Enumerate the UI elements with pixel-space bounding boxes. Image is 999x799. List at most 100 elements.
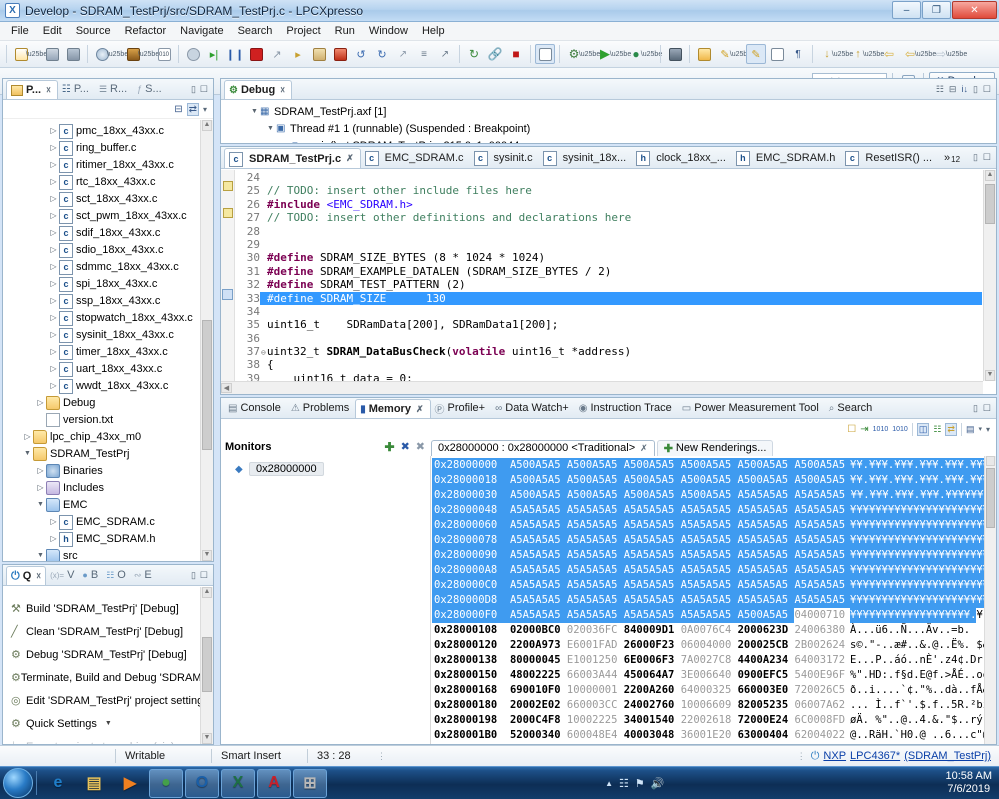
quickstart-scrollbar[interactable]: ▲ ▼ — [200, 587, 213, 744]
tree-item[interactable]: ▼src — [3, 547, 213, 561]
new-dropdown-icon[interactable]: \u25be — [32, 44, 41, 64]
expand-arrow-icon[interactable]: ▷ — [48, 177, 59, 186]
quickstart-actions[interactable]: ⚒Build 'SDRAM_TestPrj' [Debug]╱Clean 'SD… — [3, 587, 213, 744]
settings-dropdown-icon[interactable]: \u25be — [585, 44, 594, 64]
tree-item[interactable]: ▷ring_buffer.c — [3, 139, 213, 156]
memory-hex-cell[interactable]: 020036FC — [567, 623, 624, 638]
debug-dropdown-icon[interactable]: \u25be — [647, 44, 656, 64]
expand-arrow-icon[interactable]: ▼ — [35, 552, 46, 559]
tab-quickstart[interactable]: ⏻ Q ☓ — [6, 566, 46, 586]
expand-arrow-icon[interactable]: ▷ — [48, 296, 59, 305]
link-icon[interactable]: 🔗 — [485, 44, 505, 64]
network-icon[interactable]: ☷ — [619, 777, 629, 790]
todo-marker-icon[interactable] — [223, 181, 233, 191]
bottom-tab-memory[interactable]: ▮Memory✗ — [355, 399, 430, 419]
tree-item[interactable]: version.txt — [3, 411, 213, 428]
debug-tree-item[interactable]: ≡main() at SDRAM_TestPrj.c:215 0x1a00044… — [221, 137, 996, 143]
minimize-button[interactable]: – — [892, 1, 921, 19]
memory-row[interactable]: 0x28000090A5A5A5A5 A5A5A5A5 A5A5A5A5 A5A… — [432, 548, 996, 563]
memory-row[interactable]: 0x280001B052000340 600048E4 40003048 360… — [432, 728, 996, 743]
save-icon[interactable] — [42, 44, 62, 64]
tree-item[interactable]: ▷wwdt_18xx_43xx.c — [3, 377, 213, 394]
bottom-tab-problems[interactable]: ⚠Problems — [287, 398, 355, 418]
memory-row[interactable]: 0x280000A8A5A5A5A5 A5A5A5A5 A5A5A5A5 A5A… — [432, 563, 996, 578]
resume-icon[interactable]: ▸| — [204, 44, 224, 64]
memory-row[interactable]: 0x280001982000C4F8 10002225 34001540 220… — [432, 713, 996, 728]
tab-expressions[interactable]: ∾ E — [130, 565, 156, 585]
expand-arrow-icon[interactable]: ▼ — [22, 450, 33, 457]
step-instruction-icon[interactable]: ↗ — [393, 44, 413, 64]
memory-columns-icon[interactable]: ☷ — [933, 424, 941, 435]
tree-item[interactable]: ▷ritimer_18xx_43xx.c — [3, 156, 213, 173]
outlook-icon[interactable]: O — [185, 769, 219, 798]
action-center-icon[interactable]: ⚑ — [635, 777, 645, 790]
close-icon[interactable]: ☓ — [280, 85, 285, 96]
memory-hex-cell[interactable]: E6001FAD — [567, 638, 624, 653]
run-dropdown-icon[interactable]: \u25be — [616, 44, 625, 64]
tab-registers[interactable]: ☰ R... — [95, 79, 133, 99]
view-maximize-icon[interactable]: ☐ — [983, 84, 991, 95]
view-menu-icon[interactable]: ▾ — [203, 105, 207, 114]
memory-hex-cell[interactable]: 7A0027C8 — [681, 653, 738, 668]
tab-peripherals[interactable]: ☷ P... — [58, 79, 95, 99]
tree-item[interactable]: ▷timer_18xx_43xx.c — [3, 343, 213, 360]
memory-hex-cell[interactable]: 34001540 — [624, 713, 681, 728]
editor-overflow-chevron-icon[interactable]: » — [944, 152, 950, 164]
project-tree[interactable]: ▷pmc_18xx_43xx.c▷ring_buffer.c▷ritimer_1… — [3, 120, 213, 561]
terminate-icon[interactable] — [246, 44, 266, 64]
tree-item[interactable]: ▷EMC_SDRAM.c — [3, 513, 213, 530]
expand-arrow-icon[interactable]: ▷ — [48, 364, 59, 373]
excel-icon[interactable]: X — [221, 769, 255, 798]
memory-hex-cell[interactable]: 6C0008FD — [795, 713, 846, 728]
acrobat-icon[interactable]: A — [257, 769, 291, 798]
tree-item[interactable]: ▼EMC — [3, 496, 213, 513]
expand-arrow-icon[interactable]: ▷ — [48, 313, 59, 322]
memory-hex-cell[interactable]: 24006380 — [795, 623, 846, 638]
open-resource-icon[interactable] — [694, 44, 714, 64]
bottom-tab-power-measurement-tool[interactable]: ▭Power Measurement Tool — [678, 398, 825, 418]
debug-filter-icon[interactable]: ☷ — [936, 84, 944, 95]
memory-row[interactable]: 0x28000048A5A5A5A5 A5A5A5A5 A5A5A5A5 A5A… — [432, 503, 996, 518]
editor-marker-ruler[interactable] — [221, 170, 235, 381]
editor-tab[interactable]: sysinit_18x... — [539, 147, 633, 168]
view-maximize-icon[interactable]: ☐ — [200, 84, 208, 95]
memory-hex-cells[interactable]: A5A5A5A5 A5A5A5A5 A5A5A5A5 A5A5A5A5 A5A5… — [510, 518, 846, 533]
close-icon[interactable]: ✗ — [640, 443, 648, 454]
import-memory-icon[interactable]: ⇥ — [860, 424, 868, 435]
memory-row[interactable]: 0x280001202200A973 E6001FAD 26000F23 060… — [432, 638, 996, 653]
memory-hex-cell[interactable]: 62004022 — [795, 728, 846, 743]
forward-dropdown-icon[interactable]: \u25be — [952, 44, 961, 64]
memory-row[interactable]: 0x28000168690010F0 10000001 2200A260 640… — [432, 683, 996, 698]
quickstart-action[interactable]: ⚙Terminate, Build and Debug 'SDRAM_Test — [3, 666, 213, 689]
tree-item[interactable]: ▼SDRAM_TestPrj — [3, 445, 213, 462]
view-minimize-icon[interactable]: ▯ — [973, 84, 978, 95]
editor-tab[interactable]: ResetISR() ... — [841, 147, 938, 168]
memory-hex-cell[interactable]: 2B002624 — [795, 638, 846, 653]
memory-hex-cell[interactable]: 20002E02 — [510, 698, 567, 713]
menu-item-navigate[interactable]: Navigate — [173, 23, 230, 39]
view-menu-icon[interactable]: ▾ — [986, 425, 990, 434]
memory-row[interactable]: 0x28000060A5A5A5A5 A5A5A5A5 A5A5A5A5 A5A… — [432, 518, 996, 533]
memory-hex-cells[interactable]: 48002225 66003A44 450064A7 3E006640 0900… — [510, 668, 846, 683]
memory-hex-cells[interactable]: A500A5A5 A500A5A5 A500A5A5 A500A5A5 A500… — [510, 473, 846, 488]
editor-tab[interactable]: clock_18xx_... — [632, 147, 732, 168]
suspend-icon[interactable]: ❙❙ — [225, 44, 245, 64]
memory-hex-cell[interactable]: 72000E24 — [738, 713, 795, 728]
memory-hex-cell[interactable]: 26000F23 — [624, 638, 681, 653]
memory-hex-cell[interactable]: 2200A973 — [510, 638, 567, 653]
expand-arrow-icon[interactable]: ▷ — [48, 534, 59, 543]
rendering-tab[interactable]: ✚New Renderings... — [657, 440, 774, 456]
memory-hex-cell[interactable]: 3E006640 — [681, 668, 738, 683]
expand-arrow-icon[interactable]: ▷ — [48, 126, 59, 135]
notepad-icon[interactable]: ▤ — [77, 769, 111, 798]
tree-item[interactable]: ▷sct_18xx_43xx.c — [3, 190, 213, 207]
bottom-tab-profile-[interactable]: ⓅProfile+ — [431, 398, 492, 418]
memory-hex-cell[interactable]: 22002618 — [681, 713, 738, 728]
memory-hex-cell[interactable]: 450064A7 — [624, 668, 681, 683]
tab-debug[interactable]: ⚙ Debug ☓ — [224, 80, 292, 100]
maximize-button[interactable]: ❐ — [922, 1, 951, 19]
tab-outline[interactable]: ☷ O — [102, 565, 130, 585]
start-button[interactable] — [3, 768, 33, 798]
view-maximize-icon[interactable]: ☐ — [983, 152, 991, 163]
status-device-link[interactable]: LPC4367* — [850, 750, 900, 762]
